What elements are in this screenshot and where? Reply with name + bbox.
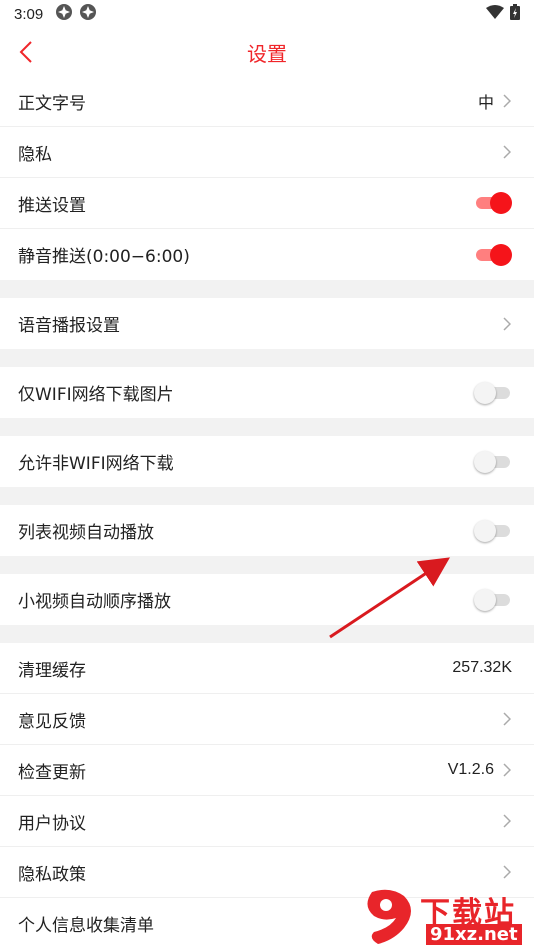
setting-label: 允许非WIFI网络下载 xyxy=(18,454,174,474)
chevron-right-icon xyxy=(502,712,512,726)
setting-short-video: 小视频自动顺序播放 xyxy=(0,574,534,625)
setting-label: 清理缓存 xyxy=(18,660,86,681)
setting-label: 隐私 xyxy=(18,144,52,165)
setting-voice[interactable]: 语音播报设置 xyxy=(0,298,534,349)
setting-label: 小视频自动顺序播放 xyxy=(18,592,171,612)
setting-label: 正文字号 xyxy=(18,93,86,114)
settings-list: 正文字号 中 隐私 推送设置 静音推送(0:00−6:00) 语音播报设置 仅W… xyxy=(0,76,534,949)
non-wifi-toggle[interactable] xyxy=(474,450,512,473)
setting-privacy[interactable]: 隐私 xyxy=(0,127,534,178)
setting-label: 仅WIFI网络下载图片 xyxy=(18,385,174,405)
setting-label: 推送设置 xyxy=(18,195,86,216)
setting-silent-push: 静音推送(0:00−6:00) xyxy=(0,229,534,280)
setting-label: 隐私政策 xyxy=(18,864,86,885)
section-divider xyxy=(0,349,534,367)
setting-autoplay: 列表视频自动播放 xyxy=(0,505,534,556)
chevron-right-icon xyxy=(502,865,512,879)
notification-icon xyxy=(79,3,97,25)
setting-value: 中 xyxy=(477,95,494,112)
wifi-icon xyxy=(486,5,504,23)
setting-label: 列表视频自动播放 xyxy=(18,523,154,543)
status-bar: 3:09 xyxy=(0,0,534,28)
silent-push-toggle[interactable] xyxy=(474,243,512,266)
setting-feedback[interactable]: 意见反馈 xyxy=(0,694,534,745)
title-bar: 设置 xyxy=(0,28,534,76)
setting-push: 推送设置 xyxy=(0,178,534,229)
setting-cache[interactable]: 清理缓存 257.32K xyxy=(0,643,534,694)
setting-label: 检查更新 xyxy=(18,762,86,783)
battery-icon xyxy=(510,4,520,24)
setting-update[interactable]: 检查更新 V1.2.6 xyxy=(0,745,534,796)
watermark-logo xyxy=(367,889,411,944)
section-divider xyxy=(0,625,534,643)
setting-font-size[interactable]: 正文字号 中 xyxy=(0,76,534,127)
setting-label: 意见反馈 xyxy=(18,711,86,732)
chevron-right-icon xyxy=(502,763,512,777)
section-divider xyxy=(0,556,534,574)
chevron-right-icon xyxy=(502,316,512,331)
setting-label: 静音推送(0:00−6:00) xyxy=(18,247,190,267)
setting-agreement[interactable]: 用户协议 xyxy=(0,796,534,847)
page-title: 设置 xyxy=(247,41,287,66)
setting-non-wifi: 允许非WIFI网络下载 xyxy=(0,436,534,487)
section-divider xyxy=(0,280,534,298)
autoplay-toggle[interactable] xyxy=(474,519,512,542)
cache-size: 257.32K xyxy=(452,659,512,676)
section-divider xyxy=(0,487,534,505)
chevron-right-icon xyxy=(502,94,512,108)
push-toggle[interactable] xyxy=(474,192,512,214)
setting-label: 用户协议 xyxy=(18,813,86,834)
setting-wifi-images: 仅WIFI网络下载图片 xyxy=(0,367,534,418)
chevron-right-icon xyxy=(502,814,512,828)
section-divider xyxy=(0,418,534,436)
notification-icon xyxy=(55,3,73,25)
back-button[interactable] xyxy=(12,38,40,66)
site-watermark: 下载站 91xz.net xyxy=(360,888,532,948)
chevron-right-icon xyxy=(502,145,512,159)
chevron-left-icon xyxy=(19,41,32,63)
status-time: 3:09 xyxy=(14,5,44,23)
version-value: V1.2.6 xyxy=(447,761,494,778)
setting-label: 语音播报设置 xyxy=(18,316,120,336)
watermark-url: 91xz.net xyxy=(426,924,522,945)
short-video-toggle[interactable] xyxy=(474,588,512,611)
wifi-images-toggle[interactable] xyxy=(474,381,512,404)
